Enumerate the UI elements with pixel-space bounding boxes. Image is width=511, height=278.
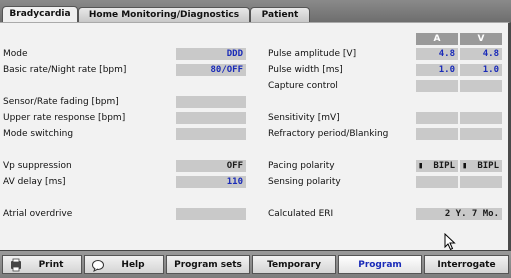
tab-home-monitoring-diagnostics[interactable]: Home Monitoring/Diagnostics	[78, 7, 250, 22]
refractory-period-v-field[interactable]	[460, 128, 502, 140]
sensor-rate-fading-field[interactable]	[176, 96, 246, 108]
printer-icon	[11, 258, 21, 272]
calculated-eri-value: 2 Y. 7 Mo.	[416, 208, 502, 220]
polarity-icon: ▮	[418, 161, 424, 171]
polarity-icon: ▮	[462, 161, 468, 171]
pulse-amplitude-v-field[interactable]: 4.8	[460, 48, 502, 60]
program-button[interactable]: Program	[338, 255, 422, 274]
column-header-v: V	[460, 33, 502, 45]
tab-patient[interactable]: Patient	[250, 7, 310, 22]
pulse-amplitude-a-field[interactable]: 4.8	[416, 48, 458, 60]
mode-label: Mode	[3, 49, 28, 59]
sensor-rate-fading-label: Sensor/Rate fading [bpm]	[3, 97, 119, 107]
sensing-polarity-v-field[interactable]	[460, 176, 502, 188]
sensing-polarity-label: Sensing polarity	[268, 177, 341, 187]
pulse-width-v-field[interactable]: 1.0	[460, 64, 502, 76]
av-delay-label: AV delay [ms]	[3, 177, 66, 187]
mouse-cursor-icon	[444, 233, 456, 251]
mode-field[interactable]: DDD	[176, 48, 246, 60]
help-icon	[92, 260, 104, 272]
pacing-polarity-v-value: BIPL	[477, 161, 499, 171]
bradycardia-panel: Mode DDD Basic rate/Night rate [bpm] 80/…	[0, 22, 511, 251]
atrial-overdrive-field[interactable]	[176, 208, 246, 220]
sensitivity-v-field[interactable]	[460, 112, 502, 124]
tab-bradycardia[interactable]: Bradycardia	[2, 6, 78, 22]
vp-suppression-field[interactable]: OFF	[176, 160, 246, 172]
pacing-polarity-a-field[interactable]: ▮ BIPL	[416, 160, 458, 172]
interrogate-button[interactable]: Interrogate	[424, 255, 509, 274]
pulse-width-a-field[interactable]: 1.0	[416, 64, 458, 76]
capture-control-label: Capture control	[268, 81, 338, 91]
calculated-eri-label: Calculated ERI	[268, 209, 334, 219]
help-button[interactable]: Help	[84, 255, 164, 274]
vp-suppression-label: Vp suppression	[3, 161, 72, 171]
pacing-polarity-v-field[interactable]: ▮ BIPL	[460, 160, 502, 172]
capture-control-v-field[interactable]	[460, 80, 502, 92]
print-button[interactable]: Print	[2, 255, 82, 274]
mode-switching-field[interactable]	[176, 128, 246, 140]
temporary-button[interactable]: Temporary	[252, 255, 336, 274]
atrial-overdrive-label: Atrial overdrive	[3, 209, 73, 219]
capture-control-a-field[interactable]	[416, 80, 458, 92]
basic-rate-field[interactable]: 80/OFF	[176, 64, 246, 76]
sensitivity-a-field[interactable]	[416, 112, 458, 124]
print-label: Print	[38, 260, 64, 270]
upper-rate-response-label: Upper rate response [bpm]	[3, 113, 126, 123]
pacing-polarity-label: Pacing polarity	[268, 161, 335, 171]
footer-toolbar: Print Help Program sets Temporary Progra…	[0, 250, 511, 278]
av-delay-field[interactable]: 110	[176, 176, 246, 188]
help-label: Help	[121, 260, 145, 270]
refractory-period-a-field[interactable]	[416, 128, 458, 140]
tab-bar: Bradycardia Home Monitoring/Diagnostics …	[0, 0, 511, 22]
program-sets-button[interactable]: Program sets	[166, 255, 250, 274]
basic-rate-label: Basic rate/Night rate [bpm]	[3, 65, 127, 75]
refractory-period-label: Refractory period/Blanking	[268, 129, 389, 139]
pulse-width-label: Pulse width [ms]	[268, 65, 343, 75]
column-header-a: A	[416, 33, 458, 45]
upper-rate-response-field[interactable]	[176, 112, 246, 124]
sensing-polarity-a-field[interactable]	[416, 176, 458, 188]
pacing-polarity-a-value: BIPL	[433, 161, 455, 171]
sensitivity-label: Sensitivity [mV]	[268, 113, 340, 123]
mode-switching-label: Mode switching	[3, 129, 74, 139]
pulse-amplitude-label: Pulse amplitude [V]	[268, 49, 357, 59]
